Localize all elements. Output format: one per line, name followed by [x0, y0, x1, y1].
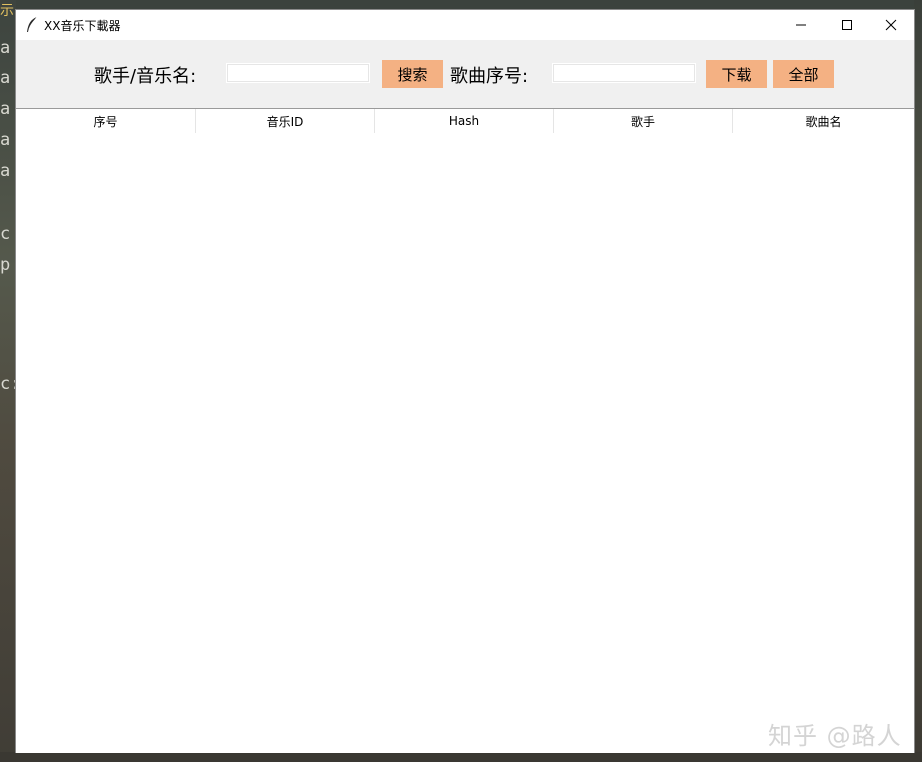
background-text-fragment: c — [0, 224, 11, 244]
feather-icon — [25, 16, 39, 34]
desktop-background-bottom — [0, 752, 922, 762]
background-text-fragment: 示 — [0, 3, 14, 19]
window-title: XX音乐下載器 — [44, 19, 121, 33]
close-button[interactable] — [868, 10, 914, 40]
desktop-background-left: 示 a a a a a c p c: — [0, 0, 16, 762]
column-header-singer[interactable]: 歌手 — [554, 109, 733, 133]
background-text-fragment: a — [0, 68, 11, 88]
search-button[interactable]: 搜索 — [382, 60, 443, 88]
minimize-icon — [796, 24, 806, 26]
background-text-fragment: c: — [0, 374, 16, 394]
column-header-hash[interactable]: Hash — [375, 109, 554, 133]
desktop-background-right — [914, 0, 922, 762]
app-window: XX音乐下載器 歌手/音乐名: 搜索 歌曲序号: 下载 全部 序号 音乐ID H… — [16, 10, 914, 753]
song-index-input[interactable] — [552, 63, 696, 83]
column-header-music-id[interactable]: 音乐ID — [196, 109, 375, 133]
singer-song-label: 歌手/音乐名: — [94, 66, 197, 87]
background-text-fragment: p — [0, 255, 11, 275]
background-text-fragment: a — [0, 130, 11, 150]
search-toolbar: 歌手/音乐名: 搜索 歌曲序号: 下载 全部 — [16, 40, 914, 108]
background-text-fragment: a — [0, 38, 11, 58]
song-index-label: 歌曲序号: — [450, 66, 529, 87]
background-text-fragment: a — [0, 99, 11, 119]
title-bar[interactable]: XX音乐下載器 — [16, 10, 914, 40]
column-header-song-name[interactable]: 歌曲名 — [733, 109, 914, 133]
close-icon — [885, 19, 897, 31]
singer-song-input[interactable] — [226, 63, 370, 83]
results-table[interactable]: 序号 音乐ID Hash 歌手 歌曲名 — [16, 108, 914, 753]
background-text-fragment: a — [0, 161, 11, 181]
download-button[interactable]: 下载 — [706, 60, 767, 88]
maximize-button[interactable] — [824, 10, 870, 40]
minimize-button[interactable] — [778, 10, 824, 40]
table-header: 序号 音乐ID Hash 歌手 歌曲名 — [16, 109, 914, 133]
table-body[interactable] — [16, 133, 914, 753]
column-header-index[interactable]: 序号 — [16, 109, 196, 133]
watermark: 知乎 @路人 — [768, 722, 902, 750]
download-all-button[interactable]: 全部 — [773, 60, 834, 88]
maximize-icon — [842, 20, 852, 30]
desktop-background-top — [0, 0, 922, 10]
